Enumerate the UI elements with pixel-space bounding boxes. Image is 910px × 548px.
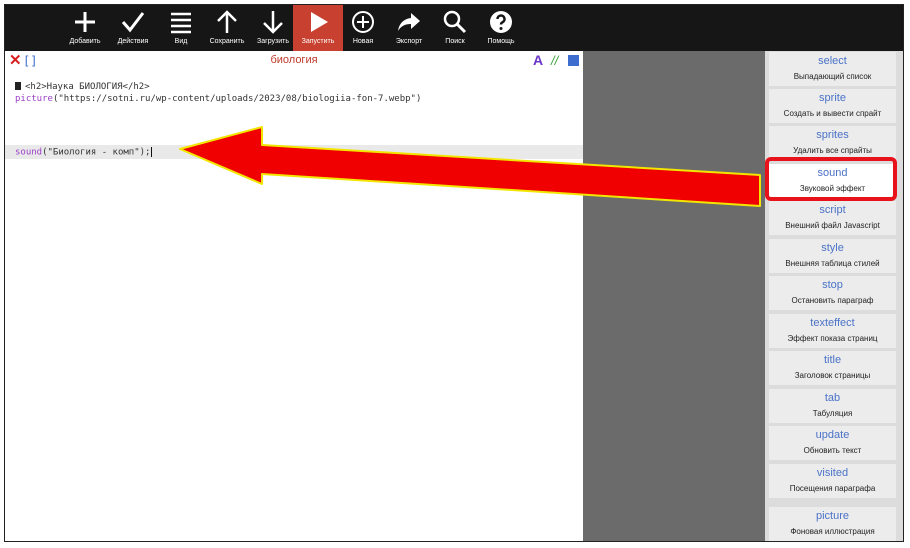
sound-highlight-box xyxy=(765,157,897,201)
annotation-arrow xyxy=(179,126,761,207)
